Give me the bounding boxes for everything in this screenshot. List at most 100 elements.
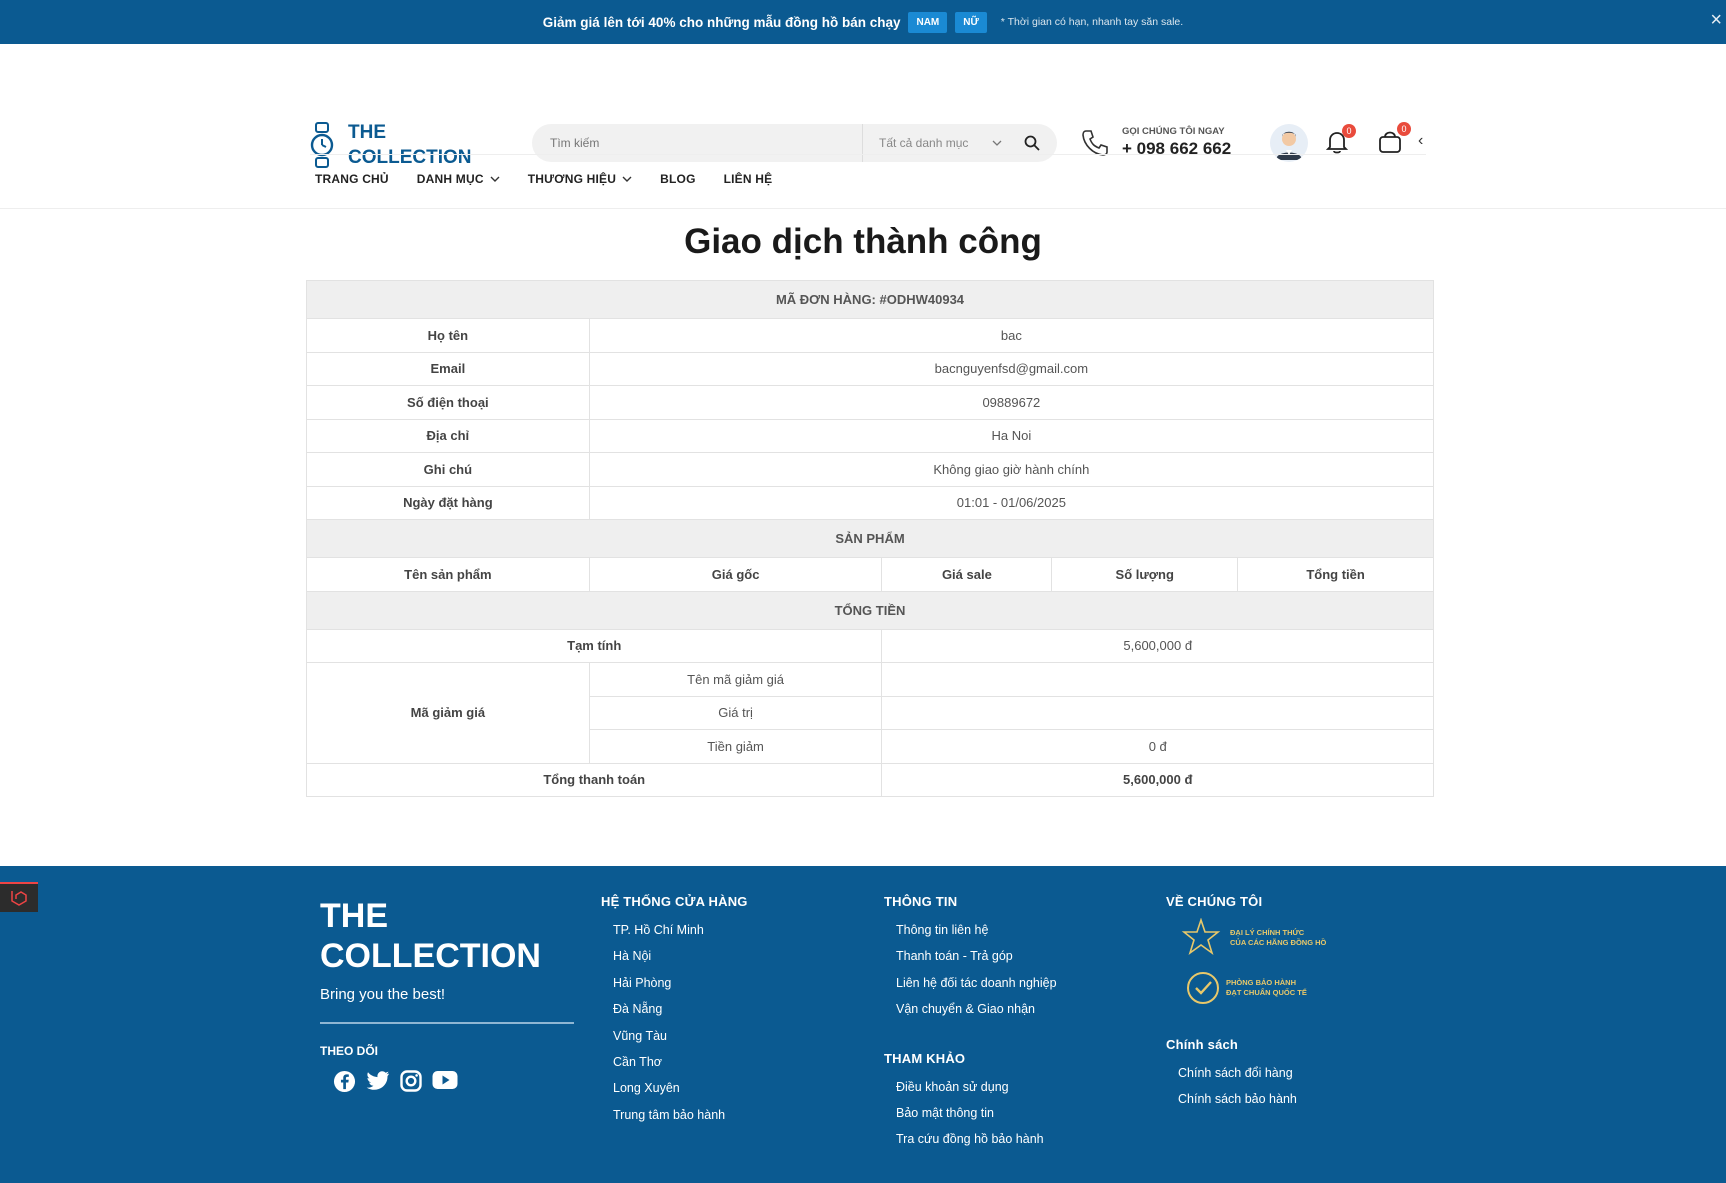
nav-brands-label: THƯƠNG HIỆU	[527, 172, 617, 186]
footer-link[interactable]: Vũng Tàu	[613, 1029, 748, 1055]
coupon-value-value	[881, 695, 1434, 730]
tag-male-button[interactable]: NAM	[908, 11, 948, 33]
social-links	[333, 1070, 458, 1093]
footer-info: THÔNG TIN Thông tin liên hệ Thanh toán -…	[884, 894, 1057, 1159]
footer-logo[interactable]: THE COLLECTION	[320, 896, 541, 976]
nav-item-brands[interactable]: THƯƠNG HIỆU	[528, 172, 632, 186]
site-header: THE COLLECTION Tất cả danh mục GỌI CHÚNG…	[0, 44, 1726, 168]
footer-slogan: Bring you the best!	[320, 986, 446, 1003]
nav-item-home[interactable]: TRANG CHỦ	[315, 172, 389, 186]
category-select[interactable]: Tất cả danh mục	[862, 124, 1012, 162]
shield-check-icon	[1187, 972, 1219, 1004]
badge2-line1: PHÒNG BẢO HÀNH	[1226, 978, 1297, 987]
table-row: Tạm tính 5,600,000 đ	[305, 628, 1434, 663]
tag-female-button[interactable]: NỮ	[955, 11, 987, 33]
table-row: Tổng thanh toán 5,600,000 đ	[305, 762, 1434, 797]
phone-label: GỌI CHÚNG TÔI NGAY	[1122, 126, 1225, 137]
footer-link[interactable]: Chính sách bảo hành	[1178, 1092, 1326, 1118]
footer-ref-title: THAM KHẢO	[884, 1050, 966, 1066]
products-header: SẢN PHẨM	[306, 519, 1434, 558]
nav-contact-label: LIÊN HỆ	[723, 172, 773, 186]
chevron-down-icon	[490, 176, 500, 182]
grand-total-value: 5,600,000 đ	[881, 762, 1434, 797]
footer-link[interactable]: Long Xuyên	[613, 1081, 748, 1107]
promo-prefix: Giảm giá lên tới	[542, 14, 649, 30]
footer-link[interactable]: Liên hệ đối tác doanh nghiệp	[896, 976, 1057, 1002]
field-value: 09889672	[588, 385, 1435, 420]
footer-stores-title: HỆ THỐNG CỬA HÀNG	[601, 894, 748, 909]
footer-policy-title: Chính sách	[1166, 1037, 1239, 1052]
badge1-line2: CỦA CÁC HÃNG ĐỒNG HỒ	[1230, 938, 1327, 947]
debug-toolbar-button[interactable]	[0, 882, 38, 912]
watch-icon	[310, 122, 334, 168]
footer-link[interactable]: Tra cứu đồng hồ bảo hành	[896, 1132, 1057, 1158]
page-title: Giao dịch thành công	[684, 222, 1042, 261]
logo-line2: COLLECTION	[348, 147, 472, 168]
nav-home-label: TRANG CHỦ	[315, 172, 389, 186]
field-label: Ghi chú	[306, 452, 590, 487]
cart-badge: 0	[1397, 122, 1411, 136]
youtube-icon[interactable]	[432, 1070, 458, 1090]
promo-percent: 40%	[648, 14, 676, 30]
footer-link[interactable]: Chính sách đổi hàng	[1178, 1066, 1326, 1092]
footer-link[interactable]: Đà Nẵng	[613, 1002, 748, 1028]
column-header: Giá gốc	[588, 557, 883, 592]
total-header: TỔNG TIỀN	[306, 590, 1434, 630]
site-logo[interactable]: THE COLLECTION	[310, 120, 472, 170]
footer-link[interactable]: Thanh toán - Trả góp	[896, 949, 1057, 975]
field-value: Không giao giờ hành chính	[588, 452, 1435, 487]
field-label: Email	[306, 351, 590, 386]
field-label: Ngày đặt hàng	[306, 485, 590, 520]
grand-total-label: Tổng thanh toán	[305, 762, 883, 797]
footer-link[interactable]: Vận chuyển & Giao nhận	[896, 1002, 1057, 1028]
table-row: Họ tên bac	[306, 318, 1435, 353]
coupon-label: Mã giảm giá	[306, 662, 590, 764]
footer-link[interactable]: TP. Hồ Chí Minh	[613, 923, 748, 949]
footer-link[interactable]: Trung tâm bảo hành	[613, 1108, 748, 1134]
footer-link[interactable]: Thông tin liên hệ	[896, 923, 1057, 949]
column-header: Tên sản phẩm	[306, 557, 590, 592]
footer-link[interactable]: Cần Thơ	[613, 1055, 748, 1081]
column-header: Số lượng	[1051, 557, 1239, 592]
search-button[interactable]	[1012, 135, 1052, 151]
field-value: bacnguyenfsd@gmail.com	[588, 351, 1435, 386]
coupon-value-label: Giá trị	[588, 695, 883, 730]
close-icon[interactable]: ×	[1710, 10, 1722, 30]
search-input[interactable]	[532, 136, 862, 150]
warranty-badge: PHÒNG BẢO HÀNH ĐẠT CHUẨN QUỐC TẾ	[1186, 963, 1326, 1013]
promo-suffix: cho những mẫu đồng hồ bán chạy	[675, 14, 901, 30]
field-label: Địa chỉ	[306, 418, 590, 453]
field-label: Họ tên	[306, 318, 590, 353]
footer-divider	[320, 1022, 574, 1024]
nav-categories-label: DANH MỤC	[416, 172, 484, 186]
official-dealer-badge: ĐẠI LÝ CHÍNH THỨC CỦA CÁC HÃNG ĐỒNG HỒ	[1178, 913, 1326, 963]
table-row: Mã giảm giá Tên mã giảm giá	[306, 662, 1434, 764]
user-avatar-icon	[1276, 131, 1302, 160]
footer-link[interactable]: Hà Nội	[613, 949, 748, 975]
badge2-line2: ĐẠT CHUẨN QUỐC TẾ	[1226, 988, 1307, 997]
category-select-value: Tất cả danh mục	[879, 136, 969, 150]
field-value: Ha Noi	[588, 418, 1435, 453]
footer-link[interactable]: Bảo mật thông tin	[896, 1106, 1057, 1132]
field-value: bac	[588, 318, 1435, 353]
avatar[interactable]	[1270, 124, 1308, 162]
nav-item-categories[interactable]: DANH MỤC	[417, 172, 500, 186]
nav-item-contact[interactable]: LIÊN HỆ	[724, 172, 773, 186]
chevron-left-icon[interactable]: ‹	[1418, 132, 1423, 150]
footer-link[interactable]: Điều khoản sử dụng	[896, 1080, 1057, 1106]
facebook-icon[interactable]	[333, 1070, 356, 1093]
nav-item-blog[interactable]: BLOG	[660, 172, 695, 186]
table-row: Ghi chú Không giao giờ hành chính	[306, 452, 1435, 487]
field-label: Số điện thoại	[306, 385, 590, 420]
instagram-icon[interactable]	[400, 1070, 422, 1092]
star-badge-icon	[1181, 918, 1221, 956]
chevron-down-icon	[992, 140, 1002, 146]
footer-logo-line2: COLLECTION	[320, 937, 541, 975]
coupon-discount-value: 0 đ	[881, 729, 1434, 764]
nav-divider	[0, 208, 1726, 209]
footer-about: VỀ CHÚNG TÔI ĐẠI LÝ CHÍNH THỨC CỦA CÁC HÃ…	[1166, 894, 1326, 1119]
order-table: MÃ ĐƠN HÀNG: #ODHW40934 Họ tên bac Email b…	[305, 280, 1435, 797]
footer-link[interactable]: Hải Phòng	[613, 976, 748, 1002]
coupon-name-value	[881, 662, 1434, 697]
twitter-icon[interactable]	[366, 1070, 390, 1092]
